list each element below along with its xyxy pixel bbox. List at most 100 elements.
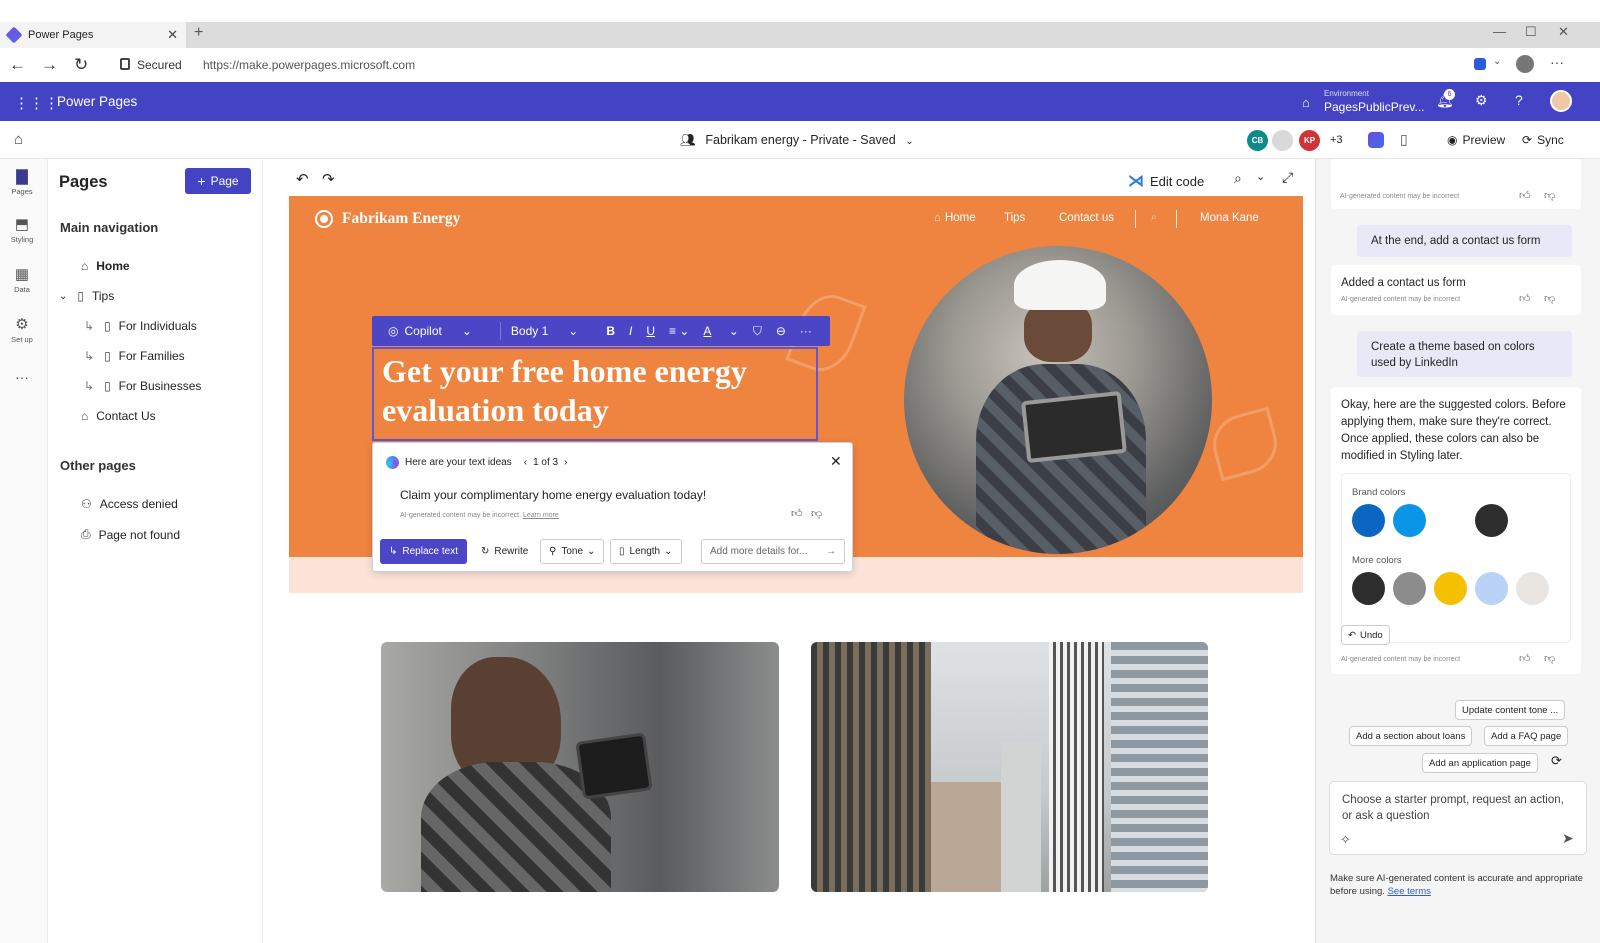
close-tab-icon[interactable]: ✕ — [167, 27, 178, 43]
thumbs-up-icon[interactable]: 👍︎ — [1519, 291, 1531, 308]
forward-icon[interactable]: → — [41, 55, 58, 75]
page-item-tips[interactable]: ⌄ ▯ Tips — [59, 289, 114, 303]
hero-image[interactable] — [904, 246, 1212, 554]
thumbs-down-icon[interactable]: 👎︎ — [1544, 189, 1555, 202]
content-image-city-buildings[interactable] — [811, 642, 1208, 892]
site-nav-user[interactable]: Mona Kane — [1200, 212, 1259, 224]
tone-dropdown[interactable]: ⚲ Tone ⌄ — [540, 539, 605, 564]
expand-icon[interactable]: ⤢ — [1282, 169, 1293, 186]
copilot-prompt-input[interactable]: Choose a starter prompt, request an acti… — [1329, 781, 1587, 855]
site-nav-tips[interactable]: Tips — [1004, 212, 1025, 224]
copilot-format-button[interactable]: ◎ Copilot ⌄ — [388, 324, 486, 338]
page-item-home[interactable]: ⌂ Home — [81, 259, 130, 273]
learn-more-link[interactable]: Learn more — [523, 512, 559, 519]
add-page-button[interactable]: + Page — [185, 168, 251, 194]
thumbs-down-icon[interactable]: 👎︎ — [811, 507, 822, 520]
maximize-icon[interactable]: ☐ — [1525, 24, 1537, 40]
replace-text-button[interactable]: ↳ Replace text — [380, 539, 467, 564]
new-tab-icon[interactable]: + — [194, 24, 203, 42]
details-input[interactable]: Add more details for... → — [701, 539, 845, 564]
preview-button[interactable]: ◉ Preview — [1447, 133, 1505, 147]
length-dropdown[interactable]: ▯ Length ⌄ — [610, 539, 682, 564]
refresh-prompts-icon[interactable]: ⟳ — [1551, 753, 1562, 769]
page-item-for-individuals[interactable]: ↳ ▯ For Individuals — [84, 319, 197, 333]
site-nav-home[interactable]: ⌂ Home — [934, 212, 976, 224]
thumbs-up-icon[interactable]: 👍︎ — [1519, 189, 1531, 202]
brand-color-swatch[interactable] — [1352, 504, 1385, 537]
next-icon[interactable]: › — [564, 457, 567, 468]
thumbs-up-icon[interactable]: 👍︎ — [1519, 651, 1531, 668]
home-icon[interactable]: ⌂ — [14, 131, 23, 148]
more-options-button[interactable]: ··· — [800, 324, 812, 338]
font-color-button[interactable]: A ⌄ — [703, 324, 738, 338]
device-preview-icon[interactable]: ▯ — [1400, 131, 1408, 148]
collaborator-avatar[interactable]: CB — [1247, 130, 1268, 151]
page-item-page-not-found[interactable]: ⎙ Page not found — [81, 527, 180, 542]
collaborator-avatar[interactable]: KP — [1299, 130, 1320, 151]
more-color-swatch[interactable] — [1352, 572, 1385, 605]
close-icon[interactable]: ✕ — [830, 453, 842, 470]
chevron-down-icon[interactable]: ⌄ — [1493, 56, 1501, 67]
more-color-swatch[interactable] — [1516, 572, 1549, 605]
thumbs-up-icon[interactable]: 👍︎ — [791, 507, 803, 520]
gear-icon[interactable]: ⚙ — [1475, 92, 1488, 109]
waffle-icon[interactable]: ⋮⋮⋮ — [14, 94, 59, 112]
hero-headline[interactable]: Get your free home energy evaluation toda… — [382, 352, 747, 430]
italic-button[interactable]: I — [629, 324, 632, 338]
thumbs-down-icon[interactable]: 👎︎ — [1544, 651, 1555, 668]
suggestion-chip[interactable]: Add an application page — [1422, 753, 1538, 773]
more-color-swatch[interactable] — [1393, 572, 1426, 605]
rail-item-setup[interactable]: ⚙ Set up — [0, 315, 44, 344]
minimize-icon[interactable]: — — [1493, 24, 1506, 39]
brand-color-swatch[interactable] — [1475, 504, 1508, 537]
link-icon[interactable]: ⊖ — [776, 324, 786, 338]
send-icon[interactable]: ➤ — [1562, 830, 1574, 846]
rail-item-data[interactable]: ▦ Data — [0, 265, 44, 294]
undo-button[interactable]: ↶ Undo — [1341, 625, 1390, 645]
bold-button[interactable]: B — [606, 324, 615, 338]
text-style-dropdown[interactable]: Body 1 ⌄ — [511, 324, 592, 338]
site-title-dropdown[interactable]: 👥︎ Fabrikam energy - Private - Saved ⌄ — [680, 133, 914, 148]
zoom-icon[interactable]: ⌕ — [1234, 170, 1242, 187]
undo-icon[interactable]: ↶ — [296, 170, 309, 188]
page-item-for-businesses[interactable]: ↳ ▯ For Businesses — [84, 379, 201, 393]
sparkle-icon[interactable]: ✧ — [1340, 832, 1351, 848]
copilot-toggle-icon[interactable] — [1368, 132, 1384, 148]
sync-button[interactable]: ⟳ Sync — [1522, 133, 1564, 147]
edit-code-button[interactable]: ⋊ Edit code — [1128, 171, 1204, 191]
site-nav-contact-us[interactable]: Contact us — [1059, 212, 1114, 224]
help-icon[interactable]: ? — [1515, 92, 1523, 108]
suggestion-chip[interactable]: Add a section about loans — [1349, 726, 1473, 746]
page-item-for-families[interactable]: ↳ ▯ For Families — [84, 349, 185, 363]
see-terms-link[interactable]: See terms — [1388, 886, 1431, 897]
site-logo[interactable]: Fabrikam Energy — [315, 210, 460, 228]
chevron-down-icon[interactable]: ⌄ — [59, 291, 67, 302]
profile-avatar[interactable] — [1516, 55, 1534, 73]
back-icon[interactable]: ← — [9, 55, 26, 75]
collaborator-avatar[interactable] — [1272, 130, 1293, 151]
suggestion-chip[interactable]: Add a FAQ page — [1484, 726, 1569, 746]
rail-more-icon[interactable]: ··· — [0, 369, 44, 385]
page-item-access-denied[interactable]: ⚇ Access denied — [81, 497, 178, 511]
more-color-swatch[interactable] — [1475, 572, 1508, 605]
page-item-contact-us[interactable]: ⌂ Contact Us — [81, 409, 156, 423]
thumbs-down-icon[interactable]: 👎︎ — [1544, 291, 1555, 308]
highlight-icon[interactable]: ⛉ — [753, 324, 762, 339]
extra-collaborators-count[interactable]: +3 — [1330, 134, 1343, 146]
redo-icon[interactable]: ↷ — [322, 170, 335, 188]
refresh-icon[interactable]: ↻ — [74, 55, 88, 75]
align-icon[interactable]: ≡ ⌄ — [669, 324, 689, 338]
more-color-swatch[interactable] — [1434, 572, 1467, 605]
previous-icon[interactable]: ‹ — [524, 457, 527, 468]
browser-tab[interactable]: Power Pages ✕ — [0, 22, 186, 48]
search-icon[interactable]: ⌕ — [1151, 212, 1157, 223]
rewrite-button[interactable]: ↻ Rewrite — [472, 539, 538, 564]
close-window-icon[interactable]: ✕ — [1558, 24, 1569, 40]
underline-button[interactable]: U — [646, 324, 655, 338]
rail-item-styling[interactable]: ⬒ Styling — [0, 215, 44, 244]
more-options-icon[interactable]: ··· — [1550, 54, 1564, 70]
send-icon[interactable]: → — [826, 546, 836, 557]
suggestion-chip[interactable]: Update content tone ... — [1455, 700, 1566, 720]
brand-color-swatch[interactable] — [1393, 504, 1426, 537]
chevron-down-icon[interactable]: ⌄ — [1256, 170, 1265, 183]
